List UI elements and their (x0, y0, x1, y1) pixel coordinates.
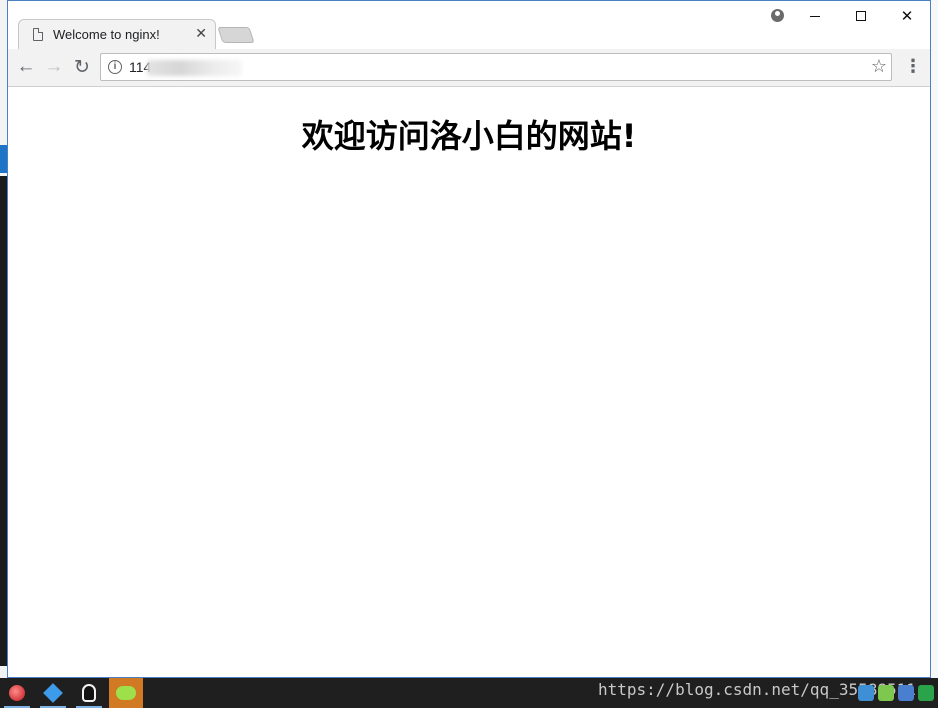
profile-icon[interactable] (762, 1, 792, 31)
address-bar[interactable]: i 114 ☆ (100, 53, 892, 81)
minimize-icon (810, 15, 820, 17)
taskbar: https://blog.csdn.net/qq_35588511 (0, 678, 938, 708)
minimize-button[interactable] (792, 1, 838, 31)
taskbar-app-cube[interactable] (36, 678, 70, 708)
taskbar-app-wechat[interactable] (109, 678, 143, 708)
arrow-left-icon: ← (16, 56, 36, 77)
desktop-background-right (930, 0, 938, 678)
arrow-right-icon: → (44, 56, 64, 77)
maximize-button[interactable] (838, 1, 884, 31)
browser-window: Welcome to nginx! ✕ ✕ ← → ↻ i 114 ☆ ⋮ 欢迎… (7, 0, 931, 678)
tab-title: Welcome to nginx! (53, 27, 160, 42)
taskbar-app-qq[interactable] (72, 678, 106, 708)
back-button[interactable]: ← (14, 55, 38, 79)
info-icon[interactable]: i (108, 60, 122, 74)
browser-icon (9, 685, 25, 701)
page-icon (33, 28, 43, 41)
new-tab-button[interactable] (217, 27, 255, 43)
qq-icon (82, 684, 96, 702)
tray-wechat-icon[interactable] (878, 685, 894, 701)
url-redaction-blur (147, 60, 242, 76)
tab-welcome-nginx[interactable]: Welcome to nginx! ✕ (18, 19, 216, 49)
system-tray (858, 678, 938, 708)
tray-app-icon[interactable] (898, 685, 914, 701)
browser-toolbar: ← → ↻ i 114 ☆ ⋮ (8, 49, 930, 87)
kebab-menu-icon[interactable]: ⋮ (904, 57, 922, 75)
close-button[interactable]: ✕ (884, 1, 930, 31)
wechat-icon (116, 686, 136, 700)
taskbar-app-browser[interactable] (0, 678, 34, 708)
forward-button[interactable]: → (42, 55, 66, 79)
title-bar: Welcome to nginx! ✕ ✕ (8, 1, 930, 49)
window-controls: ✕ (762, 1, 930, 31)
tray-shield-icon[interactable] (918, 685, 934, 701)
page-heading: 欢迎访问洛小白的网站! (301, 117, 637, 155)
page-viewport: 欢迎访问洛小白的网站! (8, 88, 930, 677)
cube-icon (43, 683, 63, 703)
reload-icon: ↻ (74, 56, 90, 78)
reload-button[interactable]: ↻ (70, 55, 94, 79)
close-icon: ✕ (900, 8, 914, 25)
star-icon[interactable]: ☆ (871, 56, 887, 77)
tab-close-icon[interactable]: ✕ (195, 25, 207, 42)
maximize-icon (856, 11, 866, 21)
tray-network-icon[interactable] (858, 685, 874, 701)
